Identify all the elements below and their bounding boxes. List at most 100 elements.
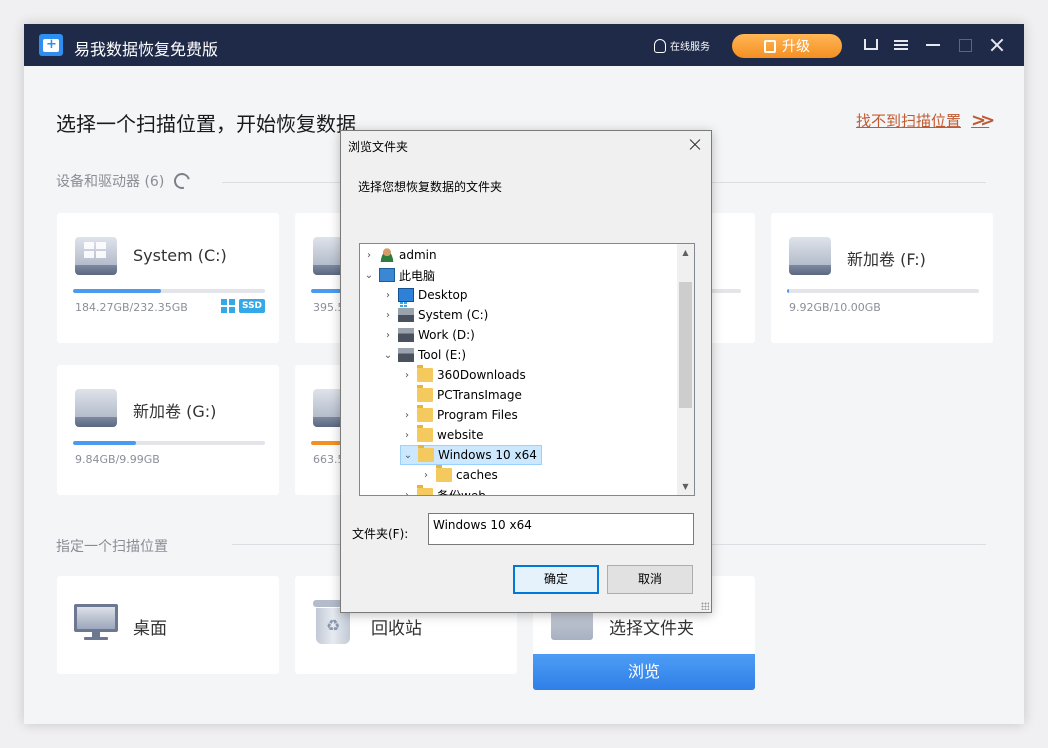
online-service-label: 在线服务 [670, 42, 710, 53]
tree-node-label: 备份web [437, 487, 486, 496]
collapse-chevron-icon[interactable]: ⌄ [381, 350, 395, 361]
drive-usage-bar [787, 289, 979, 293]
specify-section-label: 指定一个扫描位置 [56, 539, 168, 555]
folder-icon [417, 405, 433, 422]
drive-badges: SSD [221, 299, 266, 313]
tree-node[interactable]: › admin [362, 245, 437, 265]
tree-node-label: Desktop [418, 288, 468, 302]
folder-icon [417, 425, 433, 442]
expand-chevron-icon[interactable]: › [381, 310, 395, 321]
tree-node[interactable]: › System (C:) [381, 302, 488, 325]
double-chevron-right-icon: >> [971, 110, 995, 131]
expand-chevron-icon[interactable]: › [400, 430, 414, 441]
location-name: 回收站 [371, 619, 422, 639]
tree-node-label: caches [456, 468, 498, 482]
tree-node-label: Tool (E:) [418, 348, 467, 362]
specify-section-header: 指定一个扫描位置 [56, 536, 168, 556]
close-icon[interactable] [988, 36, 1006, 54]
feedback-icon[interactable] [860, 36, 878, 54]
folder-icon [417, 365, 433, 382]
drive-usage-bar [73, 289, 265, 293]
folder-field-label: 文件夹(F): [352, 527, 409, 541]
title-bar: 易我数据恢复免费版 在线服务 升级 [24, 24, 1024, 66]
location-name: 桌面 [133, 619, 167, 639]
upgrade-label: 升级 [782, 39, 810, 55]
tree-node-label: Windows 10 x64 [438, 448, 537, 462]
tree-node[interactable]: › caches [419, 465, 498, 485]
upgrade-icon [764, 39, 776, 53]
drive-card-g[interactable]: 新加卷 (G:) 9.84GB/9.99GB [57, 365, 279, 495]
online-service-button[interactable]: 在线服务 [654, 38, 710, 53]
tree-node[interactable]: PCTransImage [400, 385, 522, 405]
tree-scrollbar[interactable]: ▲ ▼ [677, 244, 694, 495]
folder-icon [417, 485, 433, 495]
browse-button[interactable]: 浏览 [533, 654, 755, 690]
scroll-up-icon[interactable]: ▲ [677, 244, 694, 261]
collapse-chevron-icon[interactable]: ⌄ [362, 270, 376, 281]
cant-find-label: 找不到扫描位置 [856, 112, 962, 130]
refresh-icon[interactable] [171, 170, 194, 192]
tree-node[interactable]: ⌄ Tool (E:) [381, 345, 466, 365]
tree-node-label: PCTransImage [437, 388, 522, 402]
expand-chevron-icon[interactable]: › [419, 470, 433, 481]
tree-node[interactable]: › website [400, 425, 484, 445]
drive-icon [398, 348, 414, 362]
scroll-thumb[interactable] [679, 282, 692, 408]
upgrade-button[interactable]: 升级 [732, 34, 842, 58]
drive-name: 新加卷 (G:) [133, 402, 217, 421]
app-logo-icon [39, 34, 63, 56]
expand-chevron-icon[interactable]: › [362, 250, 376, 261]
folder-tree[interactable]: › admin ⌄ 此电脑 › Desktop › System (C:) › Work (D:)… [359, 243, 695, 496]
browse-folder-dialog: 浏览文件夹 选择您想恢复数据的文件夹 › admin ⌄ 此电脑 › Desktop › Sy… [340, 130, 712, 613]
tree-node[interactable]: ⌄ Windows 10 x64 [400, 445, 542, 465]
folder-icon [418, 445, 434, 462]
drive-size: 9.84GB/9.99GB [75, 453, 160, 466]
resize-grip-icon[interactable] [701, 602, 709, 610]
tree-node[interactable]: ⌄ 此电脑 [362, 265, 435, 285]
maximize-icon[interactable] [956, 36, 974, 54]
sysdrive-icon [398, 302, 414, 322]
pc-icon [379, 268, 395, 282]
expand-chevron-icon[interactable]: › [381, 290, 395, 301]
tree-node[interactable]: › Work (D:) [381, 325, 475, 345]
drive-icon [789, 237, 831, 275]
scroll-down-icon[interactable]: ▼ [677, 478, 694, 495]
tree-node[interactable]: › 360Downloads [400, 365, 526, 385]
dialog-close-icon[interactable] [687, 137, 703, 153]
menu-icon[interactable] [892, 36, 910, 54]
headset-icon [654, 38, 666, 53]
minimize-icon[interactable] [924, 36, 942, 54]
expand-chevron-icon[interactable]: › [381, 330, 395, 341]
desktop-icon [398, 288, 414, 302]
drive-card-c[interactable]: System (C:) 184.27GB/232.35GB SSD [57, 213, 279, 343]
expand-chevron-icon[interactable]: › [400, 410, 414, 421]
windows-icon [221, 299, 235, 313]
tree-node[interactable]: › Desktop [381, 285, 468, 305]
page-title: 选择一个扫描位置，开始恢复数据 [56, 112, 356, 136]
ok-button[interactable]: 确定 [513, 565, 599, 594]
folder-field[interactable]: Windows 10 x64 [428, 513, 694, 545]
tree-node[interactable]: › 备份web [400, 485, 486, 495]
tree-node-label: 360Downloads [437, 368, 526, 382]
tree-node-label: Program Files [437, 408, 518, 422]
user-icon [379, 248, 395, 262]
tree-node-label: 此电脑 [399, 268, 436, 283]
drive-icon [398, 328, 414, 342]
tree-node-label: Work (D:) [418, 328, 475, 342]
expand-chevron-icon[interactable]: › [400, 370, 414, 381]
drive-name: 新加卷 (F:) [847, 250, 926, 269]
cancel-button[interactable]: 取消 [607, 565, 693, 594]
collapse-chevron-icon[interactable]: ⌄ [401, 450, 415, 461]
expand-chevron-icon[interactable]: › [400, 490, 414, 496]
drive-size: 9.92GB/10.00GB [789, 301, 881, 314]
drive-card-f[interactable]: 新加卷 (F:) 9.92GB/10.00GB [771, 213, 993, 343]
folder-icon [436, 465, 452, 482]
location-name: 选择文件夹 [609, 619, 694, 639]
drive-icon [75, 389, 117, 427]
tree-node[interactable]: › Program Files [400, 405, 518, 425]
devices-section-label: 设备和驱动器 (6) [56, 174, 165, 190]
dialog-prompt: 选择您想恢复数据的文件夹 [358, 180, 503, 194]
location-desktop[interactable]: 桌面 [57, 576, 279, 674]
cant-find-location-link[interactable]: 找不到扫描位置 >> [856, 110, 995, 131]
system-drive-icon [75, 237, 117, 275]
